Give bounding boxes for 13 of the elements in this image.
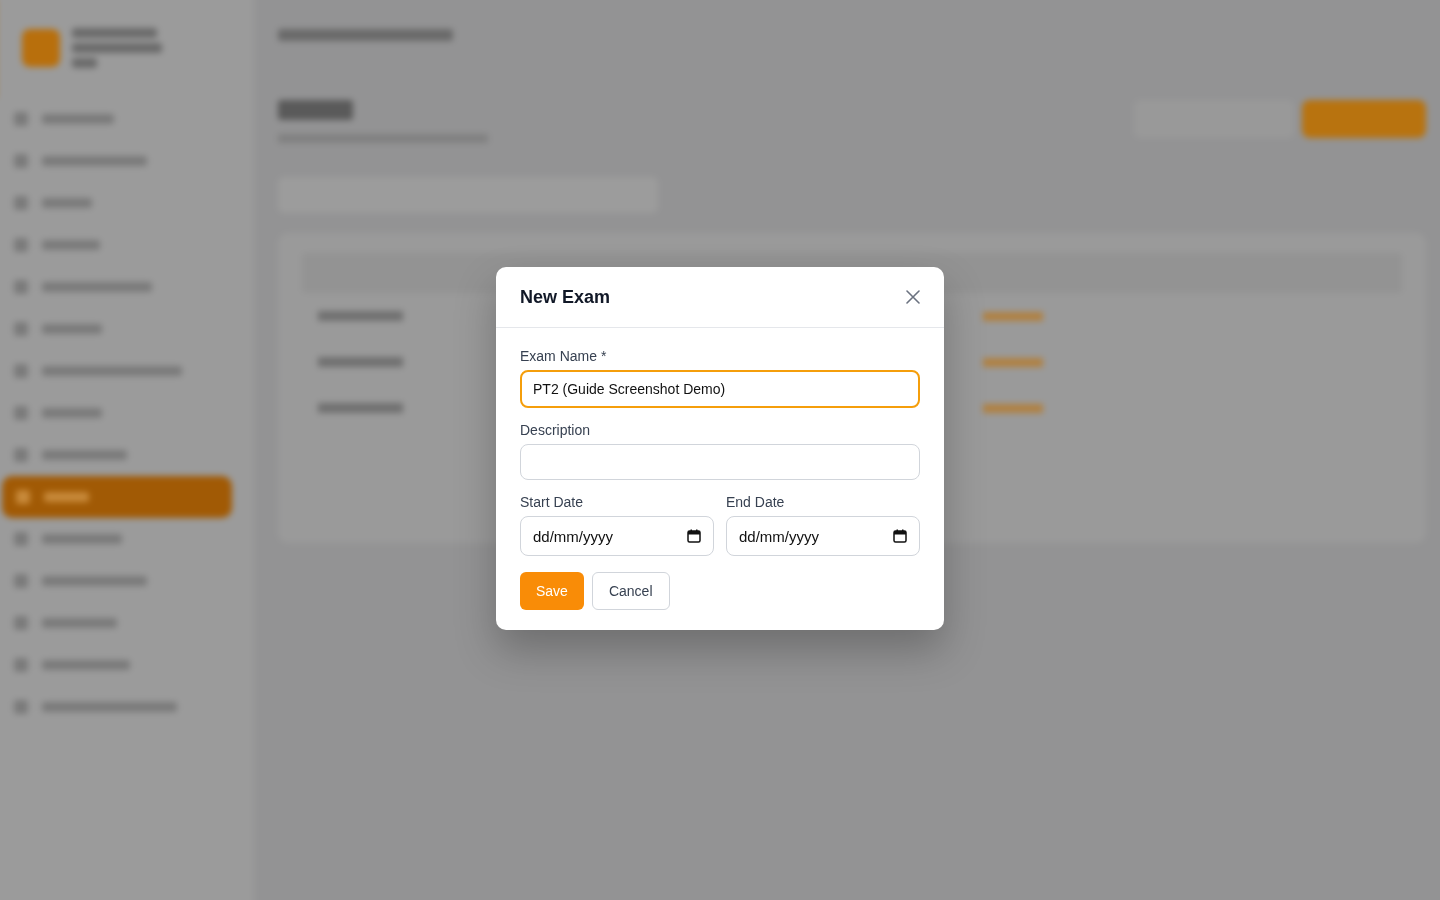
- calendar-icon[interactable]: [687, 529, 701, 543]
- field-label: Start Date: [520, 494, 585, 510]
- close-icon[interactable]: [906, 290, 920, 304]
- calendar-icon[interactable]: [893, 529, 907, 543]
- field-label: End Date: [726, 494, 786, 510]
- input-field[interactable]: PT2 (Guide Screenshot Demo): [520, 370, 920, 408]
- field-label: Description: [520, 422, 592, 438]
- input-field[interactable]: [520, 444, 920, 480]
- field-label: Exam Name *: [520, 348, 608, 364]
- date-field[interactable]: dd/mm/yyyy: [520, 516, 714, 556]
- date-field[interactable]: dd/mm/yyyy: [726, 516, 920, 556]
- dialog-title: New Exam: [520, 286, 611, 308]
- cancel-button[interactable]: Cancel: [591, 572, 670, 610]
